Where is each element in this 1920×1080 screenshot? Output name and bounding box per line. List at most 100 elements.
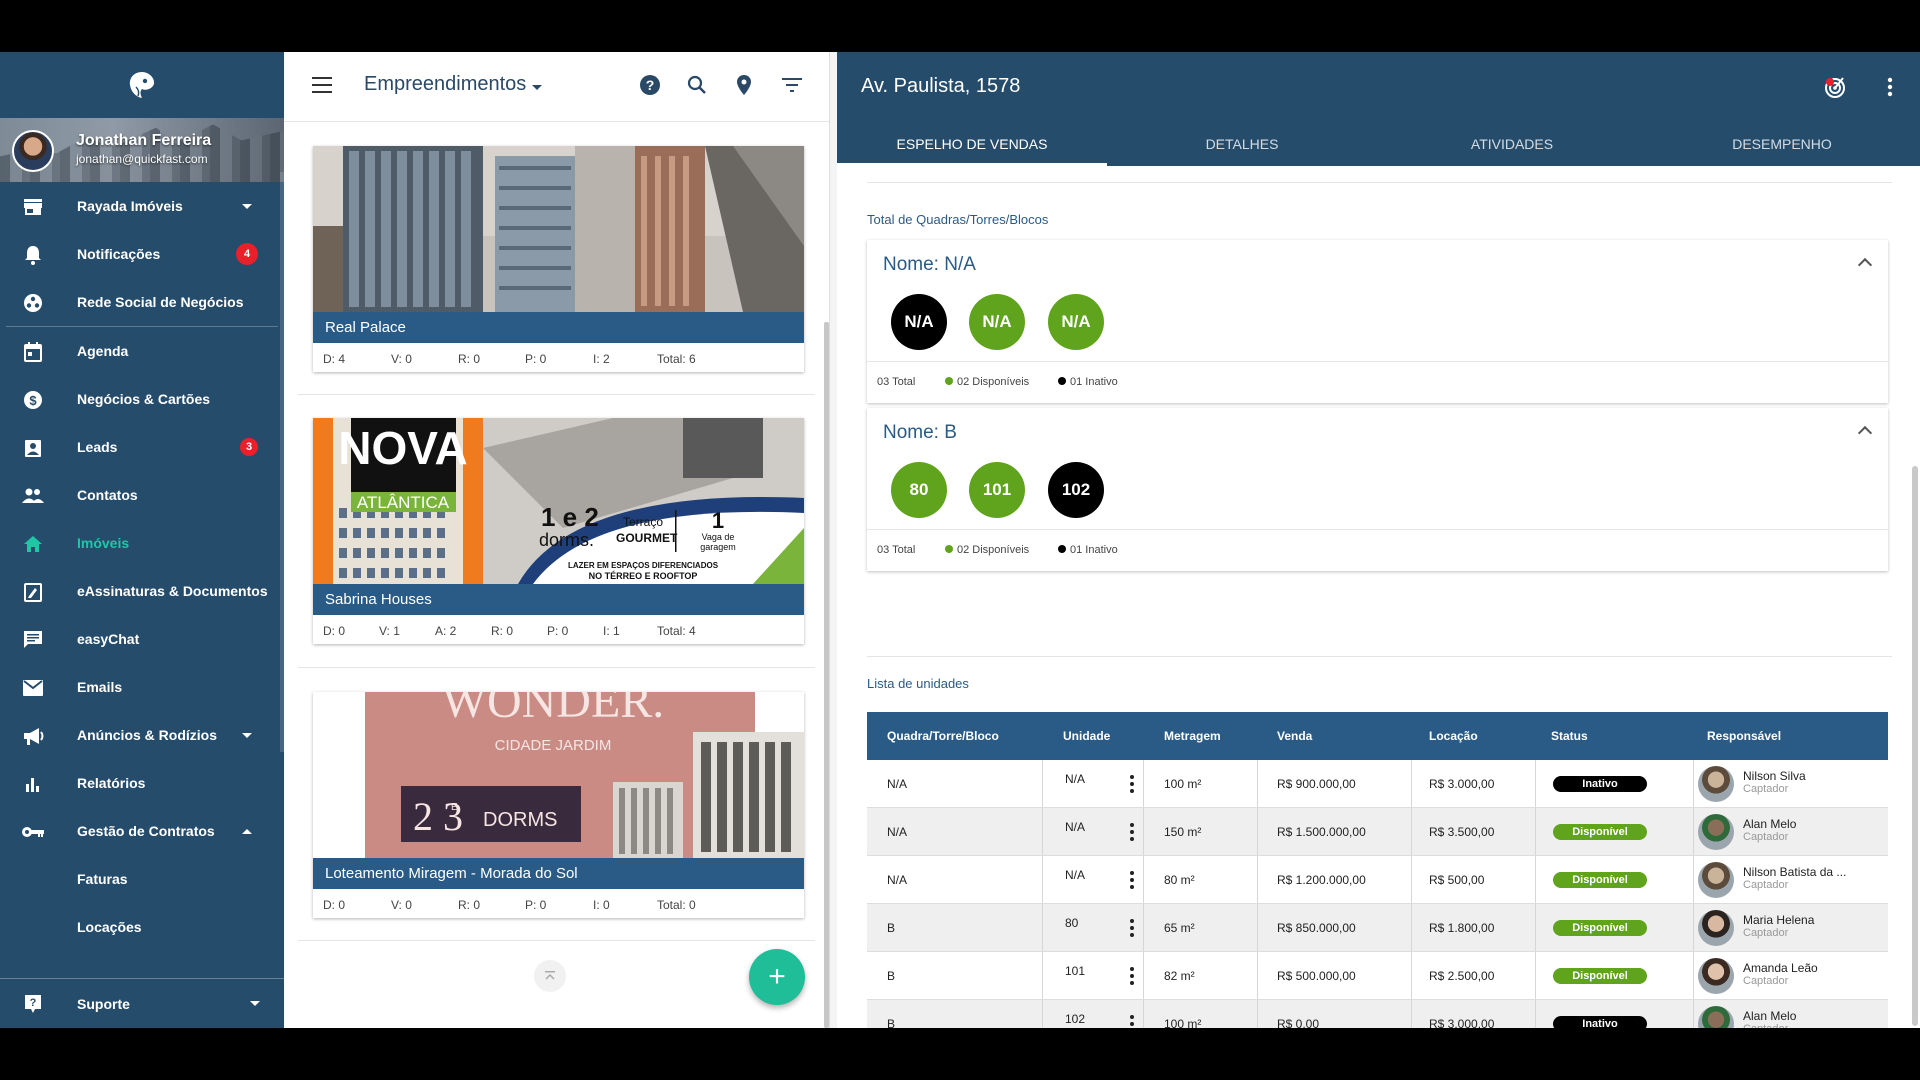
logo-icon bbox=[129, 72, 155, 98]
tab-detalhes[interactable]: DETALHES bbox=[1107, 122, 1377, 166]
detail-scrollbar[interactable] bbox=[1912, 466, 1918, 1026]
table-row[interactable]: N/A N/A 80 m² R$ 1.200.000,00 R$ 500,00 Dispo… bbox=[867, 856, 1888, 904]
unit-circle[interactable]: 102 bbox=[1048, 462, 1104, 518]
caret-down-icon bbox=[242, 203, 252, 209]
avatar[interactable] bbox=[1698, 958, 1734, 994]
development-card[interactable]: WONDER. CIDADE JARDIM 2 3 E DORMS Loteam… bbox=[313, 692, 804, 918]
sidebar-item-label: Negócios & Cartões bbox=[77, 391, 211, 407]
more-vert-icon[interactable] bbox=[1130, 823, 1134, 841]
units-section-title: Lista de unidades bbox=[867, 676, 969, 691]
avatar[interactable] bbox=[1698, 862, 1734, 898]
table-row[interactable]: N/A N/A 150 m² R$ 1.500.000,00 R$ 3.500,00 Di… bbox=[867, 808, 1888, 856]
unit-circle[interactable]: 101 bbox=[969, 462, 1025, 518]
more-vert-icon[interactable] bbox=[1130, 1015, 1134, 1028]
lazer-text: LAZER EM ESPAÇOS DIFERENCIADOS bbox=[568, 561, 719, 570]
sidebar-item-locacoes[interactable]: Locações bbox=[0, 903, 284, 951]
col-header-unit[interactable]: Unidade bbox=[1063, 729, 1110, 743]
sidebar-item-gestao-contratos[interactable]: Gestão de Contratos bbox=[0, 807, 284, 855]
sidebar-item-rede-social[interactable]: Rede Social de Negócios bbox=[0, 278, 284, 326]
col-header-block[interactable]: Quadra/Torre/Bloco bbox=[887, 729, 999, 743]
development-card[interactable]: NOVA ATLÂNTICA 1 e 2 dorms. Terraço GOUR… bbox=[313, 418, 804, 644]
bar-chart-icon bbox=[22, 773, 44, 795]
avatar[interactable] bbox=[12, 130, 54, 172]
cell-sale: R$ 900.000,00 bbox=[1277, 777, 1356, 791]
development-card[interactable]: Real Palace D: 4 V: 0 R: 0 P: 0 I: 2 Tot… bbox=[313, 146, 804, 372]
stat-v: V: 0 bbox=[391, 898, 412, 912]
app-window: Jonathan Ferreira jonathan@quickfast.com… bbox=[0, 52, 1920, 1028]
col-header-rent[interactable]: Locação bbox=[1429, 729, 1478, 743]
chevron-up-icon[interactable] bbox=[1857, 257, 1873, 273]
sidebar-item-notificacoes[interactable]: Notificações 4 bbox=[0, 230, 284, 278]
search-icon[interactable] bbox=[684, 72, 710, 98]
more-vert-icon[interactable] bbox=[1130, 967, 1134, 985]
responsible-role: Captador bbox=[1743, 831, 1789, 843]
sidebar-item-rayada[interactable]: Rayada Imóveis bbox=[0, 182, 284, 230]
cell-rent: R$ 3.000,00 bbox=[1429, 777, 1495, 791]
tab-atividades[interactable]: ATIVIDADES bbox=[1377, 122, 1647, 166]
sidebar-item-anuncios[interactable]: Anúncios & Rodízios bbox=[0, 711, 284, 759]
tab-desempenho[interactable]: DESEMPENHO bbox=[1647, 122, 1917, 166]
sidebar-item-label: easyChat bbox=[77, 631, 140, 647]
avatar[interactable] bbox=[1698, 910, 1734, 946]
column-divider bbox=[1535, 808, 1536, 855]
scroll-to-top-button[interactable] bbox=[534, 960, 566, 992]
col-header-status[interactable]: Status bbox=[1551, 729, 1588, 743]
table-row[interactable]: B 102 100 m² R$ 0,00 R$ 3.000,00 Inativo Alan … bbox=[867, 1000, 1888, 1028]
panel-divider[interactable] bbox=[829, 52, 837, 1028]
avatar[interactable] bbox=[1698, 766, 1734, 802]
sidebar-item-imoveis[interactable]: Imóveis bbox=[0, 519, 284, 567]
developments-dropdown-title[interactable]: Empreendimentos bbox=[364, 73, 526, 96]
development-name: Real Palace bbox=[313, 312, 804, 343]
map-pin-icon[interactable] bbox=[731, 72, 757, 98]
unit-circle[interactable]: 80 bbox=[891, 462, 947, 518]
app-logo[interactable] bbox=[0, 52, 284, 118]
caret-down-icon[interactable] bbox=[532, 85, 542, 90]
table-row[interactable]: N/A N/A 100 m² R$ 900.000,00 R$ 3.000,00 Inat… bbox=[867, 760, 1888, 808]
dorms-count-text: 2 3 bbox=[413, 794, 463, 839]
avatar[interactable] bbox=[1698, 1006, 1734, 1028]
stat-p: P: 0 bbox=[525, 898, 547, 912]
sidebar-item-agenda[interactable]: Agenda bbox=[0, 327, 284, 375]
signature-icon bbox=[22, 581, 44, 603]
chevron-up-icon[interactable] bbox=[1857, 425, 1873, 441]
col-header-area[interactable]: Metragem bbox=[1164, 729, 1221, 743]
responsible-name: Nilson Silva bbox=[1743, 769, 1806, 783]
hamburger-menu-icon[interactable] bbox=[312, 77, 332, 93]
sidebar-item-relatorios[interactable]: Relatórios bbox=[0, 759, 284, 807]
avatar[interactable] bbox=[1698, 814, 1734, 850]
total-count: 03 Total bbox=[877, 544, 916, 556]
profile-header[interactable]: Jonathan Ferreira jonathan@quickfast.com bbox=[0, 118, 284, 182]
cell-area: 82 m² bbox=[1164, 969, 1195, 983]
add-development-button[interactable]: + bbox=[749, 949, 805, 1005]
filter-icon[interactable] bbox=[779, 72, 805, 98]
sidebar-item-label: Faturas bbox=[77, 871, 128, 887]
table-row[interactable]: B 80 65 m² R$ 850.000,00 R$ 1.800,00 Disponív… bbox=[867, 904, 1888, 952]
unit-circle[interactable]: N/A bbox=[1048, 294, 1104, 350]
tab-espelho-vendas[interactable]: ESPELHO DE VENDAS bbox=[837, 122, 1107, 166]
sidebar-item-faturas[interactable]: Faturas bbox=[0, 855, 284, 903]
sidebar-item-emails[interactable]: Emails bbox=[0, 663, 284, 711]
more-vert-icon[interactable] bbox=[1130, 919, 1134, 937]
available-count: 02 Disponíveis bbox=[945, 376, 1029, 388]
col-header-responsible[interactable]: Responsável bbox=[1707, 729, 1781, 743]
sidebar-item-suporte[interactable]: ? Suporte bbox=[0, 978, 284, 1028]
sidebar-item-negocios[interactable]: $ Negócios & Cartões bbox=[0, 375, 284, 423]
target-icon[interactable] bbox=[1822, 74, 1848, 100]
sidebar-item-contatos[interactable]: Contatos bbox=[0, 471, 284, 519]
column-divider bbox=[1042, 952, 1043, 999]
col-header-sale[interactable]: Venda bbox=[1277, 729, 1312, 743]
more-vert-icon[interactable] bbox=[1130, 871, 1134, 889]
more-vert-icon[interactable] bbox=[1130, 775, 1134, 793]
status-badge: Disponível bbox=[1553, 920, 1647, 936]
help-circle-icon[interactable]: ? bbox=[637, 72, 663, 98]
more-vert-icon[interactable] bbox=[1877, 74, 1903, 100]
table-row[interactable]: B 101 82 m² R$ 500.000,00 R$ 2.500,00 Disponí… bbox=[867, 952, 1888, 1000]
sidebar-item-leads[interactable]: Leads 3 bbox=[0, 423, 284, 471]
unit-circle[interactable]: N/A bbox=[969, 294, 1025, 350]
development-stats: D: 0 V: 1 A: 2 R: 0 P: 0 I: 1 Total: 4 bbox=[313, 615, 804, 644]
development-image: NOVA ATLÂNTICA 1 e 2 dorms. Terraço GOUR… bbox=[313, 418, 804, 584]
unit-circle[interactable]: N/A bbox=[891, 294, 947, 350]
sidebar-item-eassinaturas[interactable]: eAssinaturas & Documentos bbox=[0, 567, 284, 615]
cell-block: N/A bbox=[887, 777, 908, 791]
sidebar-item-easychat[interactable]: easyChat bbox=[0, 615, 284, 663]
